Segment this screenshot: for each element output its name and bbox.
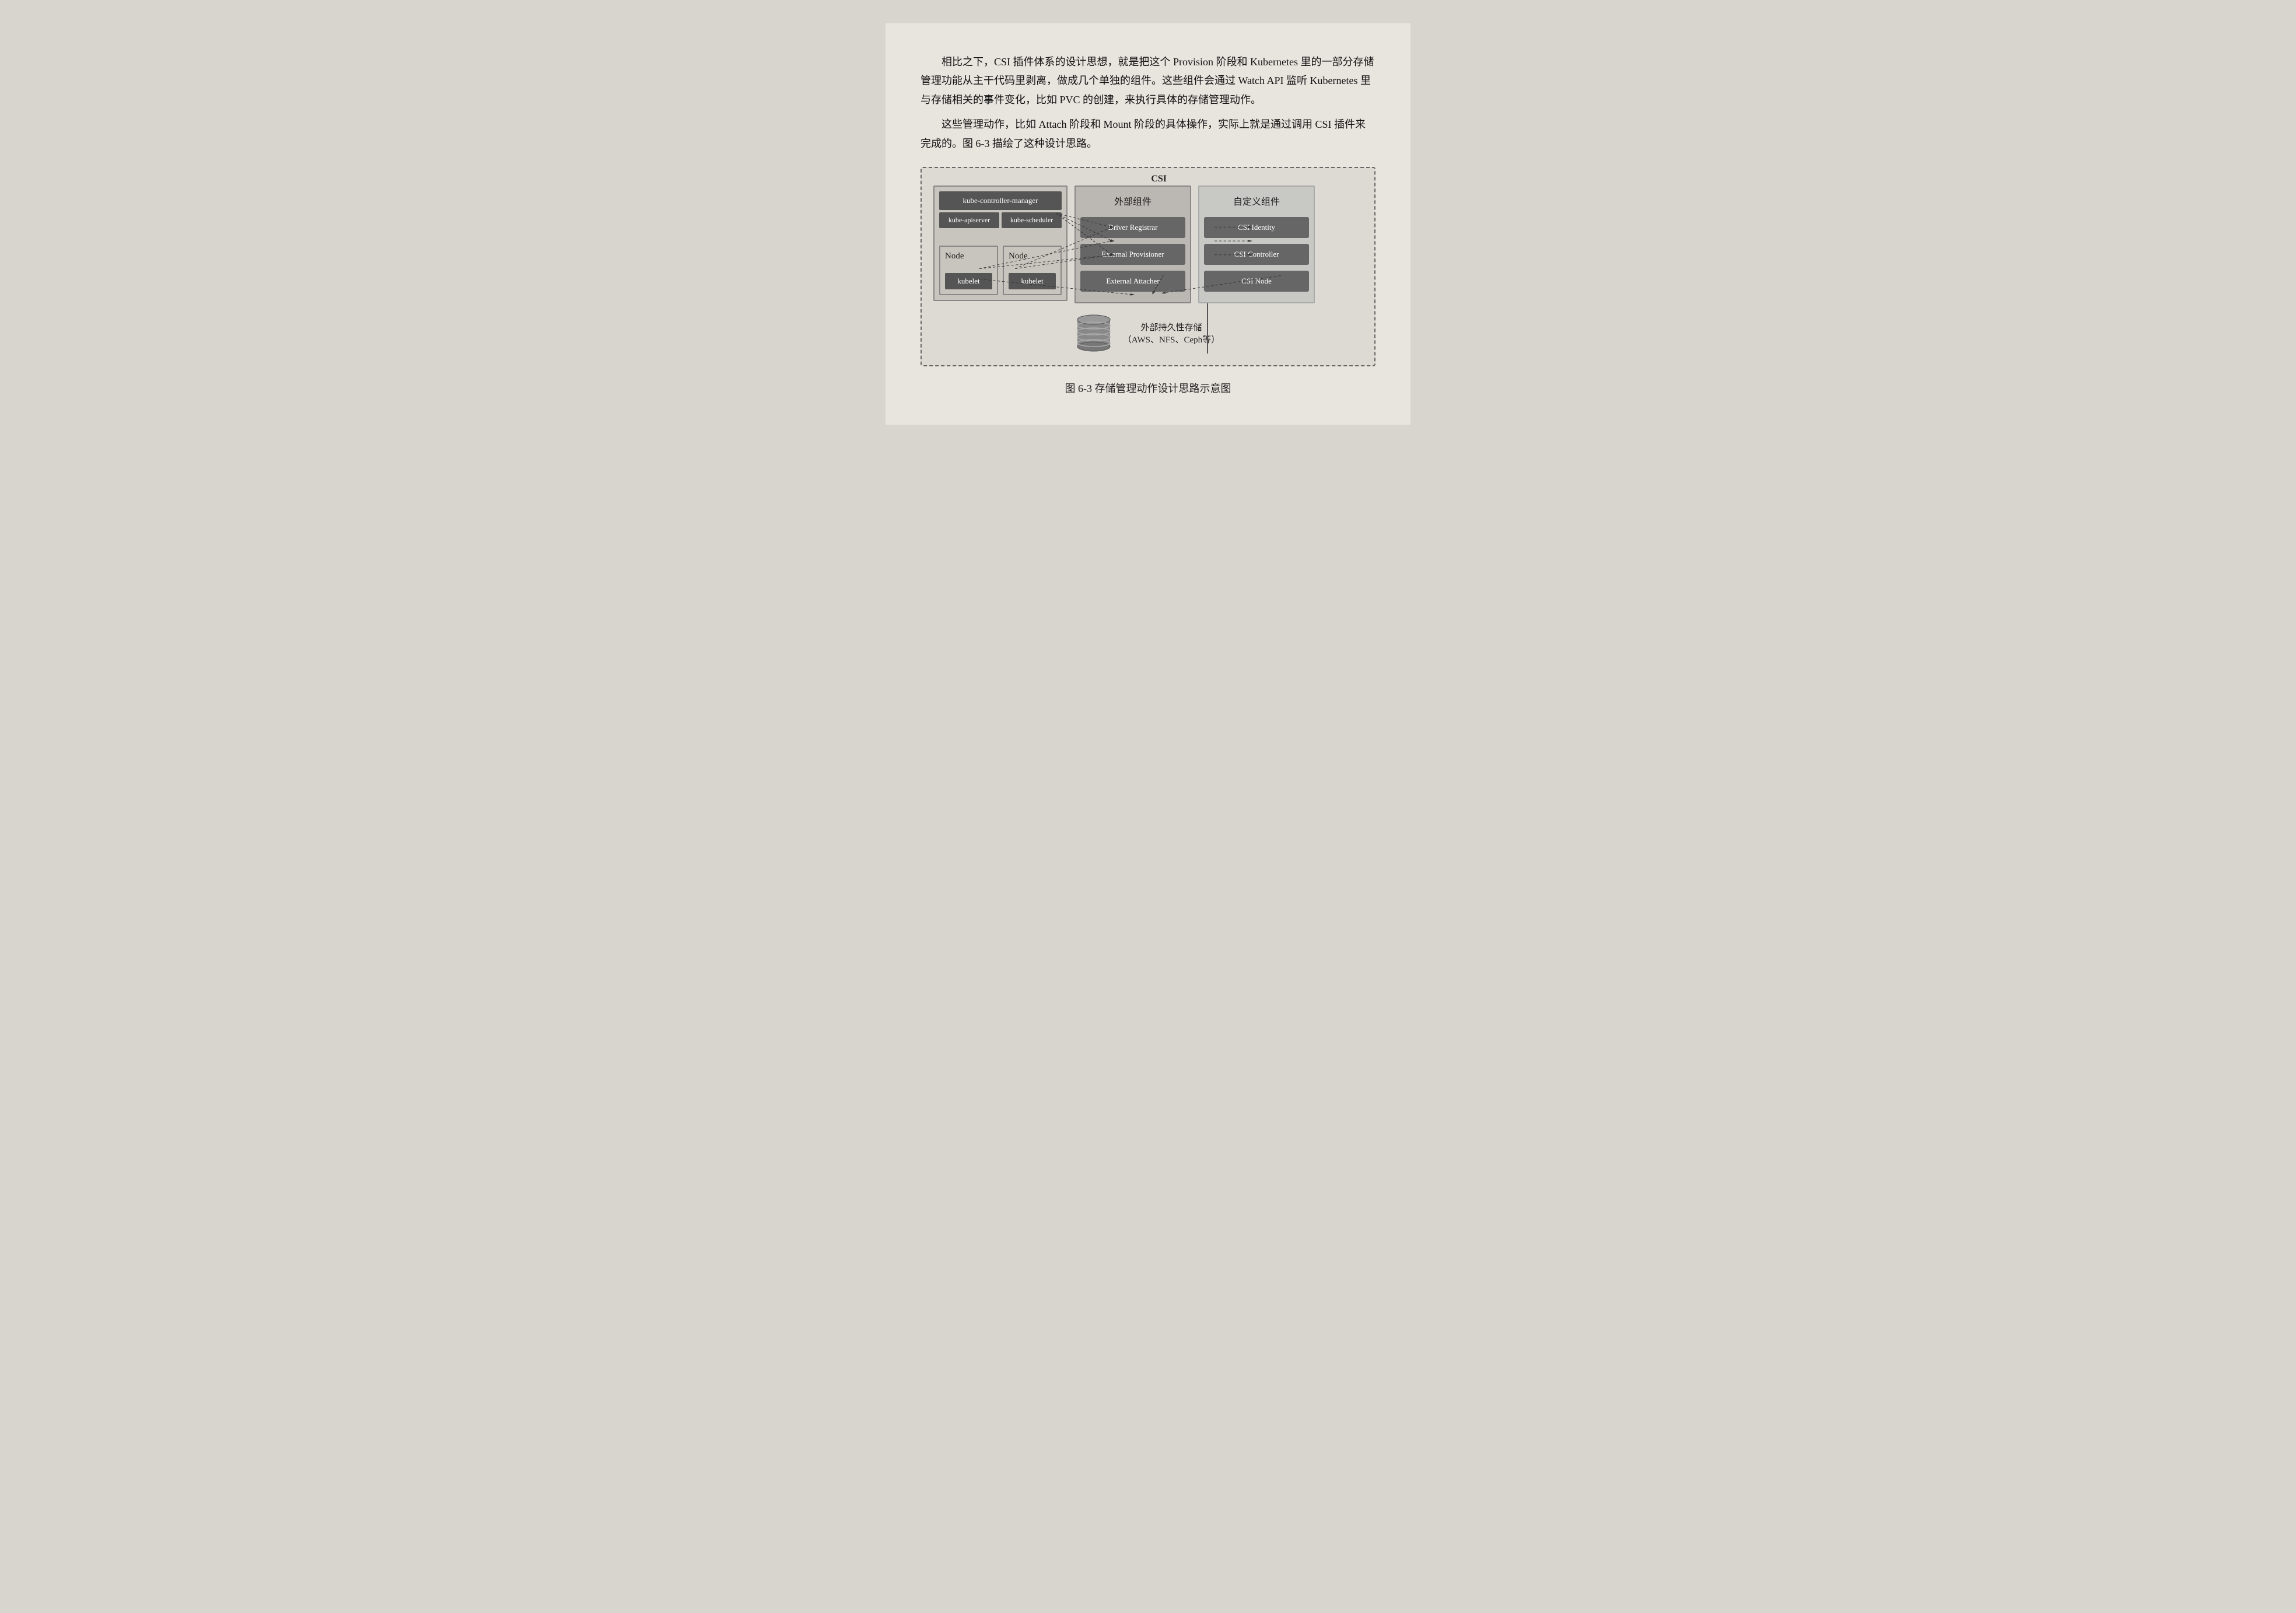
driver-registrar-box: Driver Registrar [1080, 217, 1185, 238]
right-panel: 自定义组件 CSI Identity CSI Controller CSI No… [1198, 186, 1315, 303]
figure-caption: 图 6-3 存储管理动作设计思路示意图 [921, 380, 1376, 396]
left-panel: kube-controller-manager kube-apiserver k… [933, 186, 1068, 301]
middle-panel: 外部组件 Driver Registrar External Provision… [1074, 186, 1191, 303]
kube-apiserver-box: kube-apiserver [939, 212, 999, 228]
kubelet1-box: kubelet [945, 273, 992, 289]
csi-label: CSI [1151, 174, 1167, 184]
database-icon [1076, 313, 1111, 354]
diagram-inner: kube-controller-manager kube-apiserver k… [933, 186, 1363, 303]
diagram-container: CSI kube-controller-manager kube-apiserv… [921, 167, 1376, 366]
kube-scheduler-box: kube-scheduler [1002, 212, 1062, 228]
page: 相比之下，CSI 插件体系的设计思想，就是把这个 Provision 阶段和 K… [886, 23, 1410, 425]
middle-panel-title: 外部组件 [1080, 194, 1185, 208]
csi-controller-box: CSI Controller [1204, 244, 1309, 265]
storage-label: 外部持久性存储 （AWS、NFS、Ceph等） [1123, 321, 1220, 345]
paragraph-1: 相比之下，CSI 插件体系的设计思想，就是把这个 Provision 阶段和 K… [921, 53, 1376, 109]
diagram-wrapper: kube-controller-manager kube-apiserver k… [933, 186, 1363, 303]
storage-section: 外部持久性存储 （AWS、NFS、Ceph等） [933, 313, 1363, 354]
node2-box: Node kubelet [1003, 246, 1062, 295]
nodes-row: Node kubelet Node kubelet [939, 246, 1062, 295]
external-attacher-box: External Attacher [1080, 271, 1185, 292]
right-panel-title: 自定义组件 [1204, 194, 1309, 208]
csi-node-box: CSI Node [1204, 271, 1309, 292]
paragraph-2: 这些管理动作，比如 Attach 阶段和 Mount 阶段的具体操作，实际上就是… [921, 115, 1376, 153]
csi-identity-box: CSI Identity [1204, 217, 1309, 238]
kube-controller-manager-box: kube-controller-manager [939, 191, 1062, 210]
node2-label: Node [1009, 251, 1056, 261]
node1-box: Node kubelet [939, 246, 998, 295]
db-cylinder-svg [1076, 313, 1111, 354]
kube-row: kube-apiserver kube-scheduler [939, 212, 1062, 228]
external-provisioner-box: External Provisioner [1080, 244, 1185, 265]
kubelet2-box: kubelet [1009, 273, 1056, 289]
node1-label: Node [945, 251, 992, 261]
